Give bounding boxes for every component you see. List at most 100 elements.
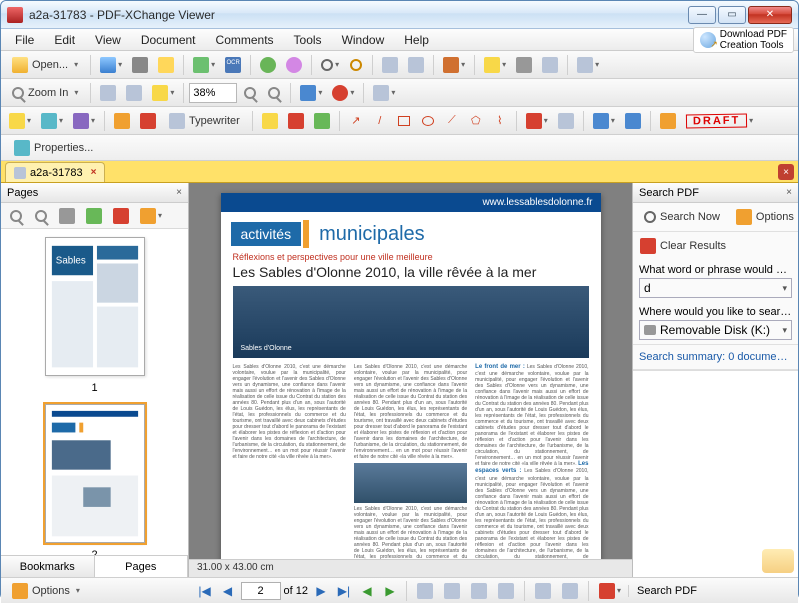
search-now-button[interactable]: Search Now — [637, 206, 727, 228]
pages-panel-close[interactable]: × — [176, 187, 182, 198]
line-button[interactable]: / — [369, 110, 391, 132]
eraser-button[interactable] — [554, 110, 578, 132]
sound-button[interactable]: ▾ — [69, 110, 99, 132]
layers-button[interactable]: ▾ — [369, 82, 399, 104]
thumb-zoom-in[interactable] — [30, 205, 52, 227]
typewriter-button[interactable]: Typewriter — [162, 110, 247, 132]
prev-page-button[interactable]: ◀ — [218, 581, 238, 601]
layout-continuous-button[interactable] — [440, 580, 464, 602]
tab-close-icon[interactable]: × — [91, 167, 97, 178]
tab-bookmarks[interactable]: Bookmarks — [1, 556, 95, 577]
maximize-button[interactable]: ▭ — [718, 6, 746, 24]
tab-pages[interactable]: Pages — [95, 556, 189, 577]
first-page-button[interactable]: |◀ — [195, 581, 215, 601]
show-gaps-button[interactable] — [558, 580, 582, 602]
close-all-tabs-button[interactable]: × — [778, 164, 794, 180]
menu-tools[interactable]: Tools — [284, 31, 332, 49]
next-view-button[interactable]: ▶ — [380, 581, 400, 601]
menu-comments[interactable]: Comments — [206, 31, 284, 49]
last-page-button[interactable]: ▶| — [334, 581, 354, 601]
search-panel-close[interactable]: × — [786, 187, 792, 198]
thumbnail-1[interactable]: Sables — [45, 237, 145, 376]
callout-button[interactable] — [110, 110, 134, 132]
export-button[interactable]: ▾ — [439, 54, 469, 76]
measure-button[interactable]: ▾ — [589, 110, 619, 132]
hand-tool-button[interactable] — [538, 54, 562, 76]
oval-button[interactable] — [417, 110, 439, 132]
zoom-out-button[interactable] — [239, 82, 261, 104]
menu-view[interactable]: View — [85, 31, 131, 49]
menu-edit[interactable]: Edit — [44, 31, 85, 49]
snapshot-button[interactable] — [512, 54, 536, 76]
search-where-select[interactable]: Removable Disk (K:) ▾ — [639, 320, 792, 340]
print-button[interactable] — [128, 54, 152, 76]
sticky-note-button[interactable]: ▾ — [5, 110, 35, 132]
pencil-button[interactable]: ▾ — [522, 110, 552, 132]
zoom-level-input[interactable] — [189, 83, 237, 103]
email-button[interactable] — [154, 54, 178, 76]
thumb-zoom-out[interactable] — [5, 205, 27, 227]
search-options-button[interactable]: Options▾ — [729, 206, 799, 228]
fit-width-button[interactable]: ▾ — [148, 82, 178, 104]
save-button[interactable]: ▾ — [96, 54, 126, 76]
cloud-button[interactable]: ⌇ — [489, 110, 511, 132]
thumb-import[interactable] — [82, 205, 106, 227]
prev-view-button[interactable]: ◀ — [357, 581, 377, 601]
link-tool-button[interactable] — [621, 110, 645, 132]
polyline-button[interactable]: ⟋ — [441, 110, 463, 132]
select-tool-button[interactable]: ▾ — [480, 54, 510, 76]
flag-icon — [12, 583, 28, 599]
find-button[interactable]: ▾ — [317, 54, 343, 76]
highlight-button[interactable] — [258, 110, 282, 132]
search-button[interactable] — [345, 54, 367, 76]
thumb-delete[interactable] — [109, 205, 133, 227]
menu-document[interactable]: Document — [131, 31, 206, 49]
thumb-options[interactable]: ▾ — [136, 205, 166, 227]
menu-window[interactable]: Window — [332, 31, 395, 49]
rect-button[interactable] — [393, 110, 415, 132]
menu-file[interactable]: File — [5, 31, 44, 49]
document-tab[interactable]: a2a-31783 × — [5, 162, 105, 182]
thumb-print[interactable] — [55, 205, 79, 227]
rotate-ccw-button[interactable] — [378, 54, 402, 76]
redo-button[interactable] — [282, 54, 306, 76]
rotate-cw-button[interactable] — [404, 54, 428, 76]
underline-button[interactable] — [310, 110, 334, 132]
zoom-in-button[interactable]: Zoom In▾ — [5, 82, 85, 104]
help-button[interactable]: ▾ — [328, 82, 358, 104]
polygon-button[interactable]: ⬠ — [465, 110, 487, 132]
attach-button[interactable]: ▾ — [37, 110, 67, 132]
search-query-input[interactable]: d▾ — [639, 278, 792, 298]
fit-actual-button[interactable] — [96, 82, 120, 104]
minimize-button[interactable]: — — [688, 6, 716, 24]
stamp-button[interactable] — [656, 110, 680, 132]
next-page-button[interactable]: ▶ — [311, 581, 331, 601]
layout-cont-facing-button[interactable] — [494, 580, 518, 602]
layout-single-button[interactable] — [413, 580, 437, 602]
zoom-in-plus-button[interactable] — [263, 82, 285, 104]
layout-facing-button[interactable] — [467, 580, 491, 602]
thumbnail-2[interactable] — [45, 404, 145, 543]
current-page-input[interactable] — [241, 582, 281, 600]
show-cover-button[interactable] — [531, 580, 555, 602]
clear-results-button[interactable]: Clear Results — [639, 235, 733, 257]
search-results-list[interactable] — [633, 370, 798, 577]
weblink-button[interactable]: ▾ — [296, 82, 326, 104]
download-creation-tools-button[interactable]: Download PDF Creation Tools — [693, 27, 794, 53]
fit-page-button[interactable] — [122, 82, 146, 104]
close-button[interactable]: ✕ — [748, 6, 792, 24]
open-button[interactable]: Open...▾ — [5, 54, 85, 76]
pdf-info-button[interactable]: ▾ — [595, 580, 625, 602]
scan-button[interactable]: ▾ — [189, 54, 219, 76]
ocr-button[interactable] — [221, 54, 245, 76]
undo-button[interactable] — [256, 54, 280, 76]
textbox-button[interactable] — [136, 110, 160, 132]
bottom-options-button[interactable]: Options▾ — [5, 580, 87, 602]
stamp-draft[interactable]: DRAFT▾ — [682, 110, 757, 132]
menu-help[interactable]: Help — [394, 31, 439, 49]
page-display-button[interactable]: ▾ — [573, 54, 603, 76]
strikeout-button[interactable] — [284, 110, 308, 132]
arrow-button[interactable]: ↗ — [345, 110, 367, 132]
properties-button[interactable]: Properties... — [7, 137, 100, 159]
document-view[interactable]: www.lessablesdolonne.fr activités munici… — [189, 183, 632, 577]
